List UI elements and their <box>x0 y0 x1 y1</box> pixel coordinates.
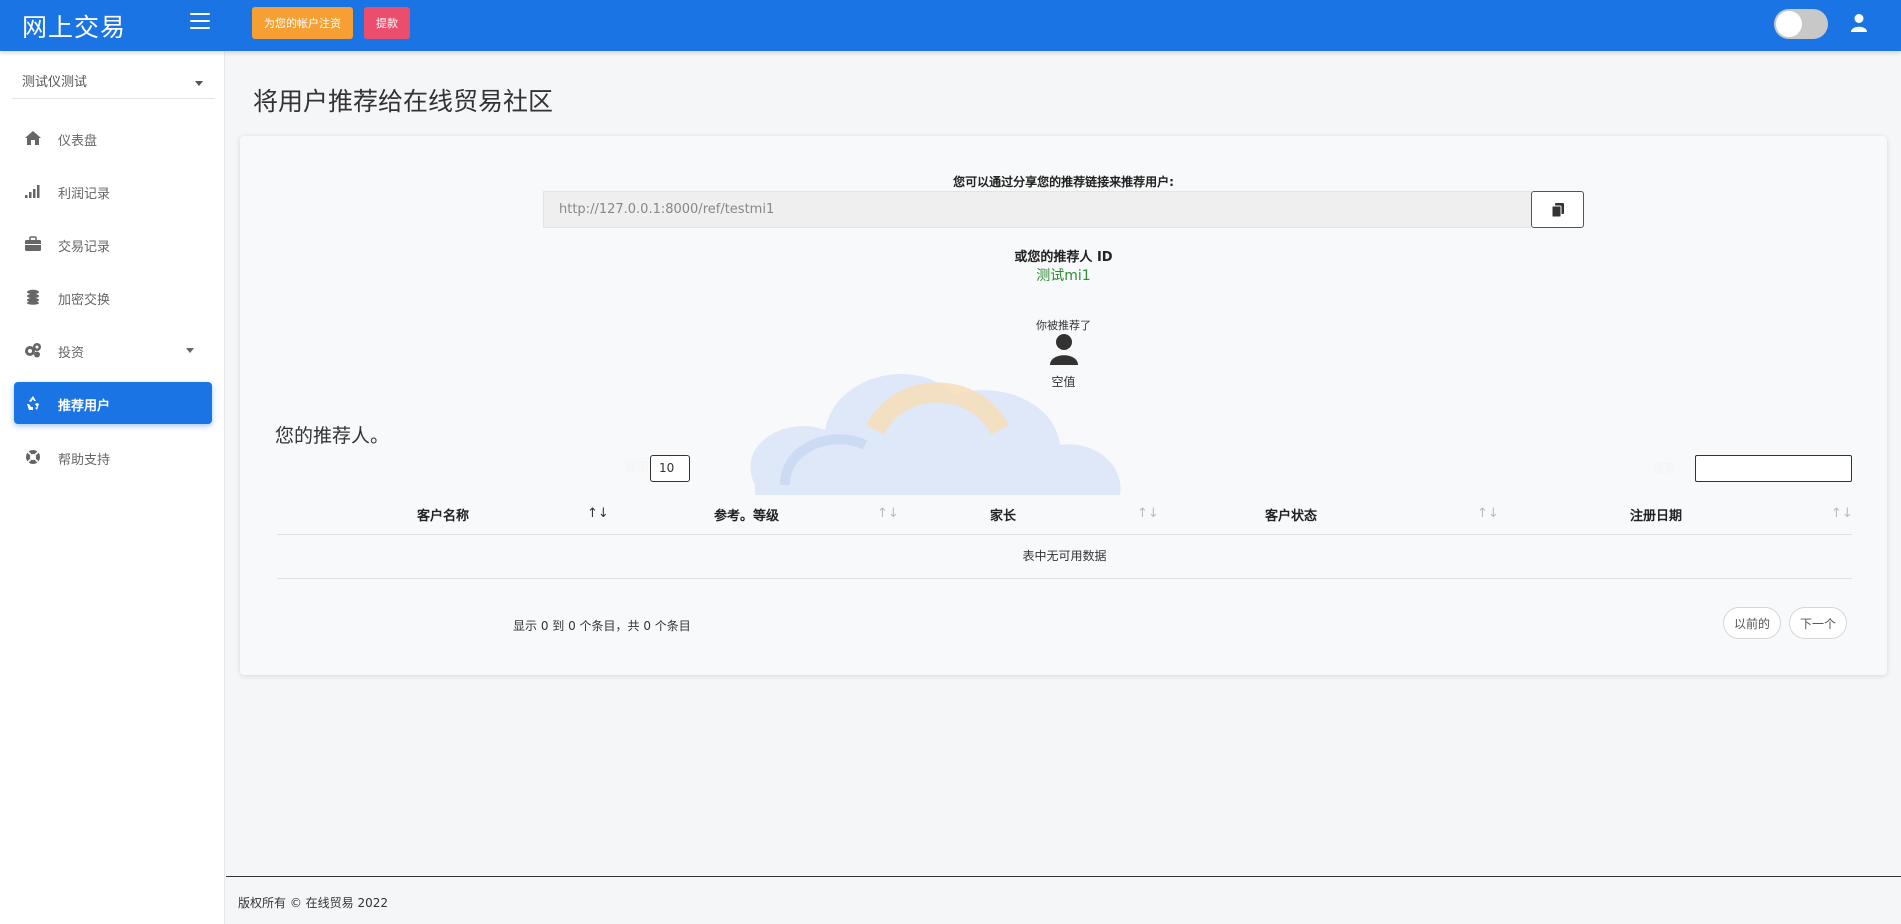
chevron-down-icon <box>186 348 194 353</box>
length-label: 显示 <box>625 460 650 474</box>
user-avatar-icon <box>1048 333 1080 365</box>
coins-icon <box>24 289 42 305</box>
recycle-icon <box>24 395 42 411</box>
referrals-section-title: 您的推荐人。 <box>275 425 390 447</box>
footer-copyright: 版权所有 © 在线贸易 2022 <box>238 896 388 910</box>
column-header-client-status[interactable]: 客户状态 <box>1265 505 1317 524</box>
brand-logo[interactable]: 网上交易 <box>22 8 126 44</box>
share-link-label: 您可以通过分享您的推荐链接来推荐用户: <box>953 175 1174 189</box>
column-header-parent[interactable]: 家长 <box>990 505 1016 524</box>
page-title: 将用户推荐给在线贸易社区 <box>253 87 554 116</box>
referral-card: 您可以通过分享您的推荐链接来推荐用户: 或您的推荐人 ID 测试mi1 你被推荐… <box>240 136 1887 675</box>
chevron-down-icon <box>195 81 203 86</box>
search-label: 搜索: <box>1652 461 1681 475</box>
withdraw-button[interactable]: 提款 <box>364 7 410 39</box>
copy-link-button[interactable] <box>1531 191 1584 228</box>
signal-icon <box>24 183 42 199</box>
sidebar-item-label: 交易记录 <box>58 240 111 255</box>
column-header-signup-date[interactable]: 注册日期 <box>1630 505 1682 524</box>
table-search-input[interactable] <box>1695 455 1852 482</box>
sidebar-item-help-support[interactable]: 帮助支持 <box>14 436 212 478</box>
pagination-previous-button[interactable]: 以前的 <box>1723 607 1782 639</box>
sort-icon[interactable]: ↑↓ <box>877 506 899 521</box>
sidebar-item-label: 投资 <box>58 346 85 361</box>
column-header-client-name[interactable]: 客户名称 <box>417 505 469 524</box>
user-icon[interactable] <box>1850 13 1868 33</box>
table-header: 客户名称 ↑↓ 参考。等级 ↑↓ 家长 ↑↓ 客户状态 ↑↓ 注册日期 ↑↓ <box>277 494 1853 535</box>
sidebar: 测试仪测试 仪表盘 利润记录 交易记录 加密交换 投资 推荐用户 帮助支持 <box>0 51 225 924</box>
table-empty-row: 表中无可用数据 <box>277 536 1852 579</box>
lifering-icon <box>24 449 42 465</box>
briefcase-icon <box>24 236 42 252</box>
menu-toggle-icon[interactable] <box>190 13 210 31</box>
referred-by-label: 你被推荐了 <box>1036 319 1091 332</box>
sidebar-item-label: 利润记录 <box>58 187 111 202</box>
deposit-button[interactable]: 为您的帐户注资 <box>252 7 353 39</box>
cogs-icon <box>24 342 42 358</box>
sidebar-item-profit-records[interactable]: 利润记录 <box>14 170 212 212</box>
page-length-select[interactable]: 10 <box>650 455 690 482</box>
sidebar-item-label: 仪表盘 <box>58 134 98 149</box>
account-selector[interactable]: 测试仪测试 <box>12 63 215 99</box>
sidebar-item-dashboard[interactable]: 仪表盘 <box>14 117 212 159</box>
sidebar-item-label: 推荐用户 <box>58 399 111 414</box>
sort-icon[interactable]: ↑↓ <box>1137 506 1159 521</box>
home-icon <box>24 130 42 146</box>
sidebar-item-label: 帮助支持 <box>58 453 111 468</box>
account-name: 测试仪测试 <box>22 75 88 90</box>
sort-icon[interactable]: ↑↓ <box>587 506 609 521</box>
referral-id-label: 或您的推荐人 ID <box>1014 250 1113 265</box>
sidebar-item-investment[interactable]: 投资 <box>14 329 212 371</box>
top-navbar: 网上交易 为您的帐户注资 提款 <box>0 0 1901 51</box>
toggle-knob <box>1776 11 1802 37</box>
referral-link-input[interactable] <box>543 191 1531 228</box>
referral-id-value: 测试mi1 <box>1036 268 1091 284</box>
sidebar-item-label: 加密交换 <box>58 293 111 308</box>
column-header-ref-level[interactable]: 参考。等级 <box>714 505 779 524</box>
referrer-name: 空值 <box>1051 375 1076 389</box>
sort-icon[interactable]: ↑↓ <box>1831 506 1853 521</box>
table-info: 显示 0 到 0 个条目，共 0 个条目 <box>513 619 691 633</box>
copy-icon <box>1552 203 1564 217</box>
sidebar-item-referrals[interactable]: 推荐用户 <box>14 382 212 424</box>
sort-icon[interactable]: ↑↓ <box>1477 506 1499 521</box>
theme-toggle[interactable] <box>1774 9 1828 39</box>
sidebar-item-crypto-exchange[interactable]: 加密交换 <box>14 276 212 318</box>
footer: 版权所有 © 在线贸易 2022 <box>226 876 1901 924</box>
sidebar-item-transactions[interactable]: 交易记录 <box>14 223 212 265</box>
pagination-next-button[interactable]: 下一个 <box>1789 607 1848 639</box>
